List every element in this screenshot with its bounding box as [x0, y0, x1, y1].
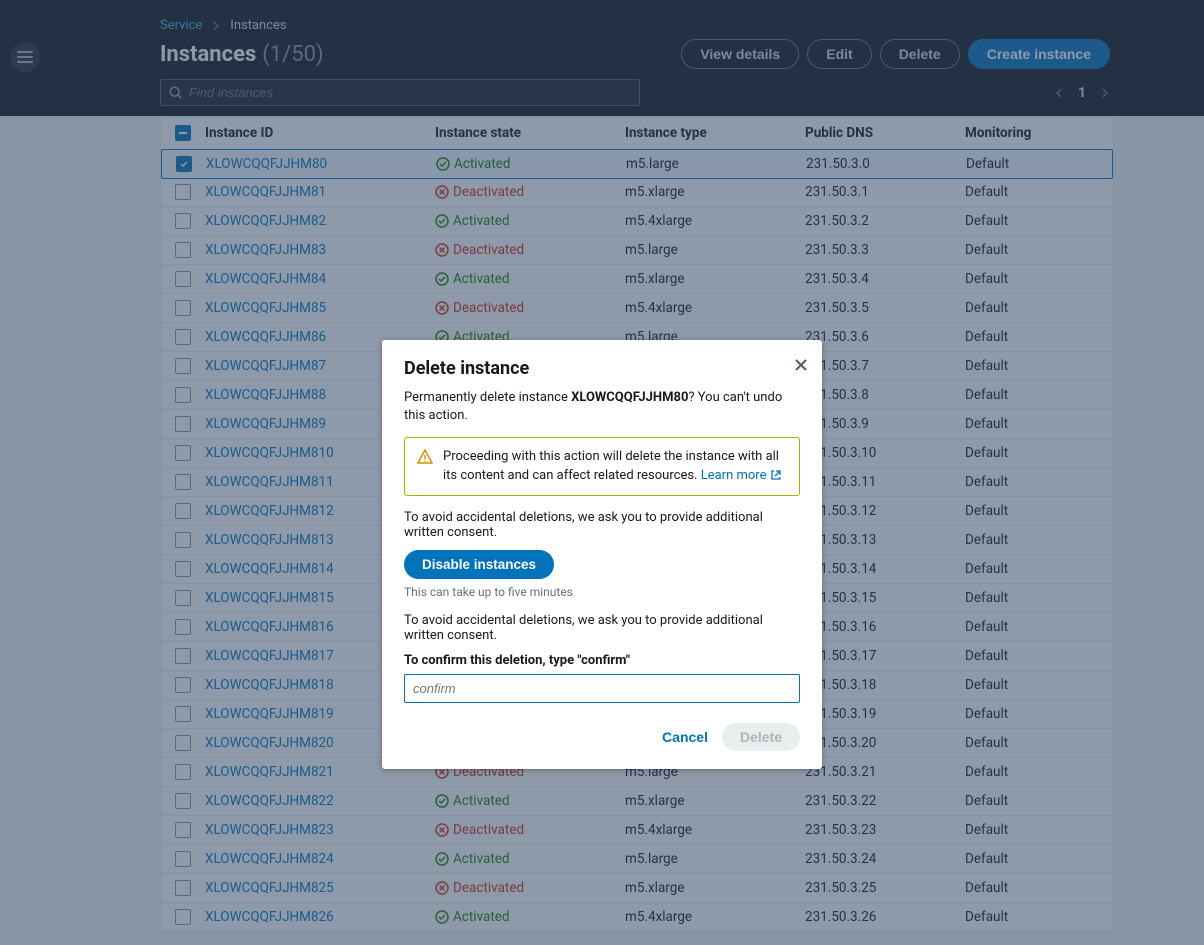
- consent-text-2: To avoid accidental deletions, we ask yo…: [404, 613, 800, 643]
- warning-alert: Proceeding with this action will delete …: [404, 437, 800, 495]
- external-link-icon: [770, 469, 782, 481]
- learn-more-link[interactable]: Learn more: [701, 468, 782, 483]
- confirm-input[interactable]: [404, 674, 800, 703]
- modal-body-text: Permanently delete instance XLOWCQQFJJHM…: [404, 389, 800, 425]
- warning-icon: [417, 448, 433, 484]
- modal-title: Delete instance: [404, 358, 800, 379]
- consent-text-1: To avoid accidental deletions, we ask yo…: [404, 510, 800, 540]
- disable-note: This can take up to five minutes: [404, 585, 800, 599]
- confirm-label: To confirm this deletion, type "confirm": [404, 653, 800, 668]
- close-icon[interactable]: [794, 354, 808, 375]
- cancel-button[interactable]: Cancel: [662, 729, 708, 745]
- delete-instance-modal: Delete instance Permanently delete insta…: [382, 340, 822, 769]
- disable-instances-button[interactable]: Disable instances: [404, 550, 554, 579]
- confirm-delete-button: Delete: [722, 723, 800, 751]
